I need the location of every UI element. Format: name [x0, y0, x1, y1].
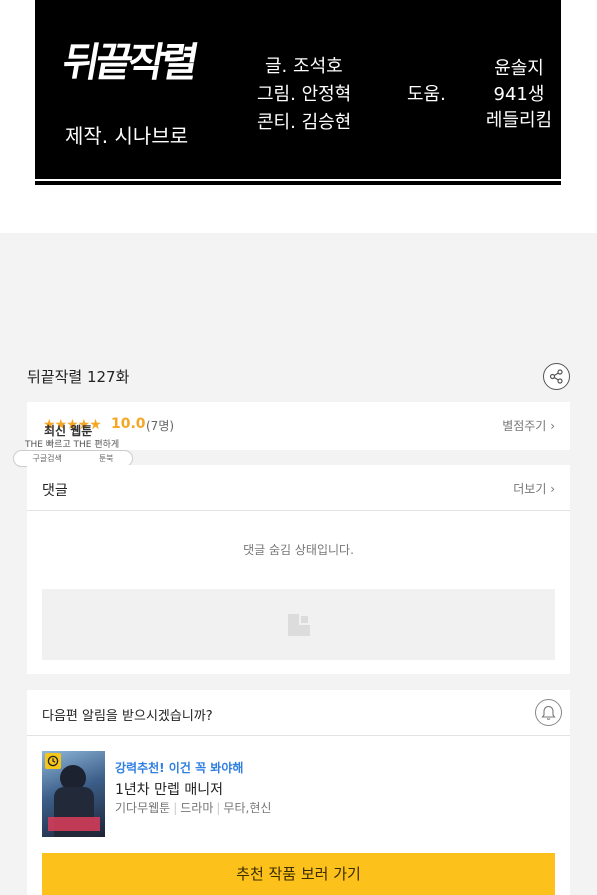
image-placeholder-icon [287, 613, 310, 636]
episode-title: 뒤끝작렬 127화 [27, 368, 130, 386]
recommend-tag: 강력추천! 이건 꼭 봐야해 [115, 761, 244, 775]
genre-item: 무타,현신 [223, 801, 272, 815]
notify-header: 다음편 알림을 받으시겠습니까? [27, 690, 570, 736]
more-label: 더보기 [513, 482, 547, 496]
comment-more-button[interactable]: 더보기 › [513, 480, 555, 497]
rate-button[interactable]: 별점주기 › [502, 417, 555, 434]
share-button[interactable] [543, 363, 570, 390]
rating-count: (7명) [146, 419, 175, 433]
clock-icon [45, 753, 61, 769]
toonbook-label: 툰북 [98, 454, 114, 463]
ad-banner[interactable]: 최신 웹툰 THE 빠르고 THE 편하게 구글검색 툰북 [13, 420, 133, 468]
panel-rule [35, 179, 561, 181]
assistant-name: 윤솔지 [494, 58, 544, 79]
genre-item: 기다무웹툰 [115, 801, 171, 815]
assistant-name: 레들리킴 [485, 110, 553, 131]
genre-item: 드라마 [180, 801, 214, 815]
assist-names: 윤솔지 941생 레들리킴 [459, 56, 579, 134]
next-episode-section: 다음편 알림을 받으시겠습니까? 강력추천! 이건 꼭 봐야해 1년차 만렙 매… [27, 690, 570, 895]
chevron-right-icon: › [550, 419, 555, 433]
separator: | [216, 801, 221, 815]
series-logo: 뒤끝작렬 [58, 40, 199, 86]
thumbnail-title-art [48, 817, 100, 831]
production-credit: 제작. 시나브로 [65, 124, 189, 148]
chevron-right-icon: › [550, 482, 555, 496]
share-icon [549, 369, 563, 384]
notify-button[interactable] [535, 699, 562, 726]
rate-label: 별점주기 [502, 419, 547, 433]
separator: | [173, 801, 178, 815]
google-search-label: 구글검색 [32, 454, 62, 463]
recommend-title[interactable]: 1년차 만렙 매니저 [115, 779, 223, 799]
bell-icon [541, 705, 556, 720]
art-credit: 그림. 안정혁 [257, 84, 352, 105]
comment-hidden-message: 댓글 숨김 상태입니다. [243, 543, 354, 557]
assist-label: 도움. [407, 84, 446, 105]
notify-question: 다음편 알림을 받으시겠습니까? [42, 709, 213, 724]
assistant-name: 941생 [493, 84, 545, 105]
credits-panel: 뒤끝작렬 제작. 시나브로 글. 조석호 그림. 안정혁 콘티. 김승현 도움.… [35, 0, 561, 188]
episode-image-area: 뒤끝작렬 제작. 시나브로 글. 조석호 그림. 안정혁 콘티. 김승현 도움.… [0, 0, 597, 233]
story-credit: 글. 조석호 [265, 56, 343, 77]
recommend-thumbnail[interactable] [42, 751, 105, 837]
comment-header: 댓글 더보기 › [27, 465, 570, 511]
comment-label: 댓글 [42, 483, 68, 499]
comment-placeholder [42, 589, 555, 660]
recommend-cta-button[interactable]: 추천 작품 보러 가기 [42, 853, 555, 895]
comment-section: 댓글 더보기 › 댓글 숨김 상태입니다. [27, 465, 570, 674]
storyboard-credit: 콘티. 김승현 [257, 112, 352, 133]
recommend-genres: 기다무웹툰 | 드라마 | 무타,현신 [115, 799, 271, 816]
ad-subtitle: THE 빠르고 THE 편하게 [25, 440, 120, 450]
